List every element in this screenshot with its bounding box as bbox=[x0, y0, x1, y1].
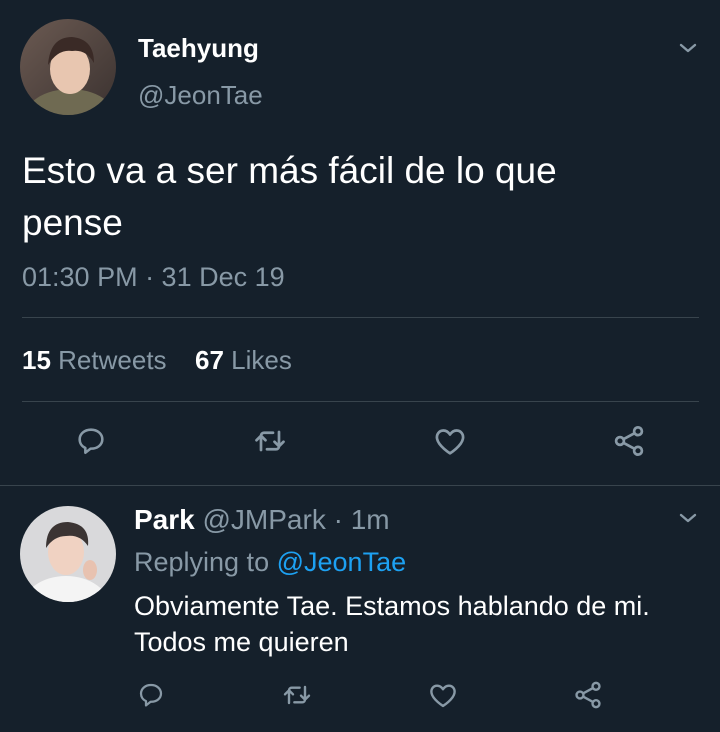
retweet-button[interactable] bbox=[277, 675, 317, 715]
section-divider bbox=[0, 485, 720, 486]
reply-author-avatar[interactable] bbox=[20, 506, 116, 602]
reply-author-name[interactable]: Park bbox=[134, 504, 195, 535]
reply-button[interactable] bbox=[131, 675, 171, 715]
likes-label: Likes bbox=[231, 345, 292, 375]
likes-count: 67 bbox=[195, 345, 224, 375]
tweet-timestamp[interactable]: 01:30 PM · 31 Dec 19 bbox=[22, 262, 285, 293]
reply-button[interactable] bbox=[71, 421, 111, 461]
retweet-icon bbox=[283, 685, 311, 705]
heart-icon bbox=[430, 684, 456, 708]
likes-stat[interactable]: 67 Likes bbox=[195, 345, 292, 375]
divider bbox=[22, 401, 699, 402]
replying-to-handle[interactable]: @JeonTae bbox=[277, 547, 407, 577]
share-icon bbox=[614, 426, 644, 456]
author-name[interactable]: Taehyung bbox=[138, 33, 259, 64]
replying-to: Replying to @JeonTae bbox=[134, 547, 406, 578]
reply-time[interactable]: · 1m bbox=[334, 504, 390, 535]
retweets-count: 15 bbox=[22, 345, 51, 375]
like-button[interactable] bbox=[430, 421, 470, 461]
chevron-down-icon[interactable] bbox=[676, 506, 700, 530]
reply-header: Park @JMPark · 1m bbox=[134, 504, 390, 536]
retweets-stat[interactable]: 15 Retweets bbox=[22, 345, 174, 375]
tweet-text: Esto va a ser más fácil de lo que pense bbox=[22, 145, 702, 249]
like-button[interactable] bbox=[423, 675, 463, 715]
tweet-text-line: Esto va a ser más fácil de lo que bbox=[22, 150, 557, 191]
reply-author-handle[interactable]: @JMPark bbox=[203, 504, 326, 535]
share-icon bbox=[575, 681, 601, 709]
author-avatar[interactable] bbox=[20, 19, 116, 115]
reply-text-line: Obviamente Tae. Estamos hablando de mi. bbox=[134, 591, 650, 621]
retweet-icon bbox=[255, 430, 285, 452]
tweet-stats: 15 Retweets 67 Likes bbox=[22, 345, 292, 376]
heart-icon bbox=[435, 429, 465, 455]
share-button[interactable] bbox=[609, 421, 649, 461]
retweet-button[interactable] bbox=[250, 421, 290, 461]
replying-to-label: Replying to bbox=[134, 547, 270, 577]
divider bbox=[22, 317, 699, 318]
tweet-text-line: pense bbox=[22, 202, 123, 243]
reply-icon bbox=[139, 683, 163, 707]
retweets-label: Retweets bbox=[58, 345, 167, 375]
author-handle[interactable]: @JeonTae bbox=[138, 80, 263, 111]
reply-icon bbox=[78, 428, 104, 455]
share-button[interactable] bbox=[568, 675, 608, 715]
reply-text-line: Todos me quieren bbox=[134, 627, 349, 657]
chevron-down-icon[interactable] bbox=[676, 36, 700, 60]
reply-text: Obviamente Tae. Estamos hablando de mi. … bbox=[134, 588, 704, 660]
